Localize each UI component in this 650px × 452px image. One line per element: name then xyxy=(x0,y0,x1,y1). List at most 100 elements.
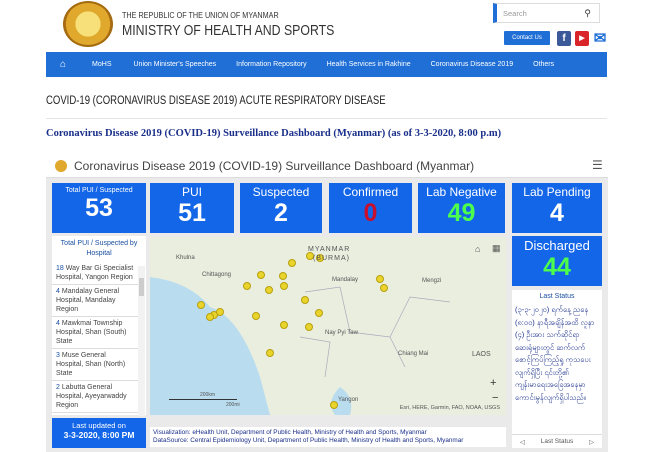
label-naypyitaw: Nay Pyi Taw xyxy=(325,330,358,336)
nav-repository[interactable]: Information Repository xyxy=(226,61,316,68)
zoom-in-button[interactable]: + xyxy=(490,377,496,389)
last-updated-value: 3-3-2020, 8:00 PM xyxy=(63,430,135,440)
last-status-text: (၃-၃-၂၀၂၀) ရက်နေ့ ညနေ (၈:၀၀) နာရီအချိန်အ… xyxy=(515,305,595,402)
case-marker[interactable] xyxy=(279,272,287,280)
contact-us-button[interactable]: Contact Us xyxy=(504,31,550,45)
card-value: 2 xyxy=(274,199,288,227)
label-burma: (BURMA) xyxy=(313,255,350,262)
facebook-icon[interactable]: f xyxy=(557,31,571,46)
case-marker[interactable] xyxy=(266,349,274,357)
dashboard-title: Coronavirus Disease 2019 (COVID-19) Surv… xyxy=(74,159,475,173)
card-label: Total PUI / Suspected xyxy=(65,187,133,194)
list-item[interactable]: 18 Way Bar Gi Specialist Hospital, Yango… xyxy=(52,262,138,285)
card-value: 49 xyxy=(447,199,476,227)
scale-mi: 200mi xyxy=(226,402,240,408)
youtube-icon[interactable]: ▶ xyxy=(575,31,589,46)
map-canvas[interactable] xyxy=(150,237,506,415)
case-marker[interactable] xyxy=(206,313,214,321)
case-marker[interactable] xyxy=(197,301,205,309)
case-marker[interactable] xyxy=(315,309,323,317)
last-status-title: Last Status xyxy=(539,293,575,300)
last-status-nav-label: Last Status xyxy=(540,438,574,445)
card-lab-negative: Lab Negative 49 xyxy=(418,183,505,233)
dashboard-logo-icon xyxy=(55,160,67,172)
label-mandalay: Mandalay xyxy=(332,277,359,283)
ministry-logo[interactable] xyxy=(63,1,113,47)
zoom-out-button[interactable]: − xyxy=(492,392,498,404)
hospital-list[interactable]: Total PUI / Suspected by Hospital 18 Way… xyxy=(52,236,146,416)
list-item[interactable]: 4 Mandalay General Hospital, Mandalay Re… xyxy=(52,285,138,317)
card-value: 0 xyxy=(363,199,378,227)
page-title: COVID-19 (CORONAVIRUS DISEASE 2019) ACUT… xyxy=(46,95,386,107)
home-icon[interactable]: ⌂ xyxy=(46,59,80,70)
list-item[interactable]: 4 Mawkmai Township Hospital, Shan (South… xyxy=(52,317,138,349)
card-value: 44 xyxy=(543,253,571,281)
card-label: Lab Negative xyxy=(426,185,497,199)
label-khulna: Khulna xyxy=(176,255,195,261)
case-marker[interactable] xyxy=(380,284,388,292)
item-count: 4 xyxy=(56,320,60,327)
item-hospital: Labutta General Hospital, Ayeyarwaddy Re… xyxy=(56,384,127,409)
item-hospital: Muse General Hospital, Shan (North) Stat… xyxy=(56,352,126,377)
case-marker[interactable] xyxy=(330,401,338,409)
case-marker[interactable] xyxy=(216,308,224,316)
card-label: Lab Pending xyxy=(523,185,591,199)
menu-icon[interactable]: ☰ xyxy=(592,158,603,172)
search-placeholder: Search xyxy=(503,9,527,18)
case-marker[interactable] xyxy=(257,271,265,279)
item-count: 4 xyxy=(56,288,60,295)
list-item[interactable]: 2 Labutta General Hospital, Ayeyarwaddy … xyxy=(52,381,138,413)
card-suspected: Suspected 2 xyxy=(240,183,322,233)
republic-text: THE REPUBLIC OF THE UNION OF MYANMAR xyxy=(122,10,279,20)
card-discharged: Discharged 44 xyxy=(512,236,602,286)
nav-rakhine[interactable]: Health Services in Rakhine xyxy=(317,61,421,68)
home-extent-icon[interactable]: ⌂ xyxy=(475,244,480,254)
card-value: 4 xyxy=(550,199,564,227)
case-marker[interactable] xyxy=(301,296,309,304)
nav-coronavirus[interactable]: Coronavirus Disease 2019 xyxy=(421,61,524,68)
search-input[interactable]: Search ⚲ xyxy=(493,3,600,23)
last-updated-label: Last updated on xyxy=(72,421,126,430)
case-marker[interactable] xyxy=(376,275,384,283)
case-marker[interactable] xyxy=(280,282,288,290)
item-hospital: Mandalay General Hospital, Mandalay Regi… xyxy=(56,288,120,313)
card-lab-pending: Lab Pending 4 xyxy=(512,183,602,233)
ministry-title: MINISTRY OF HEALTH AND SPORTS xyxy=(122,22,335,39)
case-marker[interactable] xyxy=(252,312,260,320)
item-count: 3 xyxy=(56,352,60,359)
case-marker[interactable] xyxy=(288,259,296,267)
next-icon[interactable]: ▷ xyxy=(589,438,594,446)
case-marker[interactable] xyxy=(265,286,273,294)
card-value: 51 xyxy=(178,199,206,227)
nav-mohs[interactable]: MoHS xyxy=(80,61,123,68)
scrollbar-thumb[interactable] xyxy=(139,278,144,296)
item-count: 18 xyxy=(56,265,64,272)
nav-speeches[interactable]: Union Minister's Speeches xyxy=(124,61,227,68)
case-marker[interactable] xyxy=(280,321,288,329)
item-hospital: Mawkmai Township Hospital, Shan (South) … xyxy=(56,320,127,345)
list-item[interactable]: 3 Muse General Hospital, Shan (North) St… xyxy=(52,349,138,381)
dashboard-link[interactable]: Coronavirus Disease 2019 (COVID-19) Surv… xyxy=(46,128,501,139)
map-attribution: Esri, HERE, Garmin, FAO, NOAA, USGS xyxy=(399,405,500,411)
list-title: Total PUI / Suspected by Hospital xyxy=(60,240,138,257)
search-icon[interactable]: ⚲ xyxy=(584,8,591,19)
case-marker[interactable] xyxy=(243,282,251,290)
card-confirmed: Confirmed 0 xyxy=(329,183,412,233)
case-marker[interactable] xyxy=(305,323,313,331)
credits-visualization: Visualization: eHealth Unit, Department … xyxy=(153,429,427,436)
label-myanmar: MYANMAR xyxy=(308,246,351,253)
last-status-nav: ◁ Last Status ▷ xyxy=(512,434,602,448)
mail-icon[interactable]: ✉ xyxy=(592,31,608,46)
card-total: Total PUI / Suspected 53 xyxy=(52,183,146,233)
nav-others[interactable]: Others xyxy=(523,61,564,68)
last-updated: Last updated on 3-3-2020, 8:00 PM xyxy=(52,418,146,448)
credits: Visualization: eHealth Unit, Department … xyxy=(150,427,506,447)
item-hospital: Way Bar Gi Specialist Hospital, Yangon R… xyxy=(56,265,134,281)
item-count: 2 xyxy=(56,384,60,391)
map[interactable]: MYANMAR (BURMA) Khulna Chittagong Mandal… xyxy=(150,237,506,415)
scale-bar xyxy=(169,399,237,400)
basemap-icon[interactable]: ▦ xyxy=(492,243,501,254)
card-label: Suspected xyxy=(252,185,310,199)
label-yangon: Yangon xyxy=(338,397,359,403)
prev-icon[interactable]: ◁ xyxy=(520,438,525,446)
